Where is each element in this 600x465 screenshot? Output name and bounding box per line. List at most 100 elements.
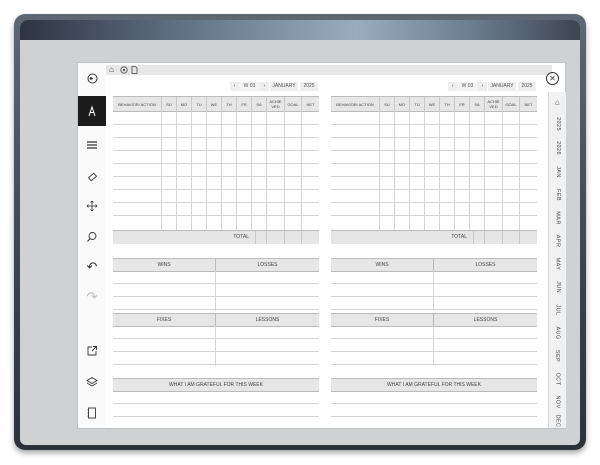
grateful-lines[interactable]: [113, 391, 319, 427]
share-icon[interactable]: [78, 339, 106, 363]
col-goal: GOAL: [502, 97, 519, 111]
next-week-arrow[interactable]: ›: [260, 82, 269, 91]
total-row: TOTAL: [331, 230, 537, 244]
move-icon[interactable]: [78, 194, 106, 218]
tab-label: 2026: [554, 141, 561, 155]
tracker-grid[interactable]: [113, 111, 319, 230]
col-sa: SA: [251, 97, 266, 111]
fixes-lessons-lines[interactable]: [113, 326, 319, 366]
month-label[interactable]: JANUARY: [270, 82, 298, 91]
losses-label: LOSSES: [475, 262, 496, 268]
pen-tool-icon[interactable]: [78, 96, 106, 126]
tab-label: NOV: [554, 395, 561, 409]
next-week-arrow[interactable]: ›: [478, 82, 487, 91]
settings-icon[interactable]: [120, 65, 128, 77]
col-mo: MO: [176, 97, 191, 111]
tracker-header: BEHAVIOR/ ACTION SU MO TU WE TH FR SA AC…: [113, 96, 319, 112]
tracker-header: BEHAVIOR/ ACTION SU MO TU WE TH FR SA AC…: [331, 96, 537, 112]
col-we: WE: [424, 97, 439, 111]
tab-label: MAY: [554, 257, 561, 271]
home-icon[interactable]: ⌂: [109, 65, 114, 75]
screen: ↶ ↷ ⌂ ✕ ‹ W 03 › JANUARY 2025 BEHAVIOR/ …: [78, 63, 566, 428]
year-month-tabs: ⌂ 2025 2026 JAN FEB MAR APR MAY JUN JUL …: [548, 92, 566, 428]
highlighter-icon[interactable]: [78, 133, 106, 157]
tab-apr[interactable]: APR: [549, 229, 566, 253]
week-label[interactable]: W 03: [239, 82, 260, 91]
col-we: WE: [206, 97, 221, 111]
tab-jun[interactable]: JUN: [549, 275, 566, 299]
col-fr: FR: [454, 97, 469, 111]
fixes-label: FIXES: [374, 317, 390, 323]
col-tu: TU: [409, 97, 424, 111]
tab-label: 2025: [554, 117, 561, 131]
col-su: SU: [379, 97, 394, 111]
tab-mar[interactable]: MAR: [549, 206, 566, 230]
lessons-label: LESSONS: [255, 317, 280, 323]
grateful-lines[interactable]: [331, 391, 537, 427]
tab-label: MAR: [554, 211, 561, 225]
page-overview-icon[interactable]: [78, 401, 106, 425]
month-label[interactable]: JANUARY: [488, 82, 516, 91]
prev-week-arrow[interactable]: ‹: [230, 82, 239, 91]
tab-label: APR: [554, 234, 561, 248]
tablet-top-bezel: [20, 20, 580, 42]
year-label[interactable]: 2025: [300, 82, 318, 91]
tab-jan[interactable]: JAN: [549, 160, 566, 184]
redo-icon[interactable]: ↷: [78, 285, 106, 309]
tab-aug[interactable]: AUG: [549, 321, 566, 345]
weekly-tracker-left: ‹ W 03 › JANUARY 2025 BEHAVIOR/ ACTION S…: [113, 82, 319, 428]
home-tab-icon: ⌂: [554, 97, 561, 107]
tab-label: DEC: [554, 414, 561, 427]
tab-sep[interactable]: SEP: [549, 344, 566, 368]
top-mini-toolbar: ⌂: [106, 65, 552, 75]
wins-label: WINS: [375, 262, 389, 268]
left-toolbar: ↶ ↷: [78, 63, 106, 428]
wins-label: WINS: [157, 262, 171, 268]
tab-jul[interactable]: JUL: [549, 298, 566, 322]
undo-icon[interactable]: ↶: [78, 255, 106, 279]
document-icon[interactable]: [131, 65, 138, 77]
grateful-label: WHAT I AM GRATEFUL FOR THIS WEEK: [387, 382, 481, 388]
year-label[interactable]: 2025: [518, 82, 536, 91]
eraser-icon[interactable]: [78, 164, 106, 188]
col-net: NET: [301, 97, 319, 111]
wins-losses-lines[interactable]: [113, 271, 319, 311]
tab-oct[interactable]: OCT: [549, 367, 566, 391]
tab-2025[interactable]: 2025: [549, 112, 566, 136]
tab-label: JAN: [554, 166, 561, 178]
tab-label: SEP: [554, 349, 561, 363]
prev-week-arrow[interactable]: ‹: [448, 82, 457, 91]
menu-icon[interactable]: [78, 66, 106, 90]
wins-losses-header: WINS LOSSES: [331, 258, 537, 272]
fixes-lessons-lines[interactable]: [331, 326, 537, 366]
tab-dec[interactable]: DEC: [549, 413, 566, 428]
grateful-header: WHAT I AM GRATEFUL FOR THIS WEEK: [113, 378, 319, 392]
tab-label: AUG: [554, 326, 561, 340]
close-button[interactable]: ✕: [546, 72, 559, 85]
tab-label: JUL: [554, 304, 561, 316]
tab-2026[interactable]: 2026: [549, 136, 566, 160]
layers-icon[interactable]: [78, 370, 106, 394]
zoom-icon[interactable]: [78, 225, 106, 249]
losses-label: LOSSES: [257, 262, 278, 268]
col-achieved: ACHIE VED: [484, 97, 502, 111]
tab-may[interactable]: MAY: [549, 252, 566, 276]
wins-losses-header: WINS LOSSES: [113, 258, 319, 272]
week-label[interactable]: W 03: [457, 82, 478, 91]
tab-feb[interactable]: FEB: [549, 183, 566, 207]
wins-losses-lines[interactable]: [331, 271, 537, 311]
col-behavior: BEHAVIOR/ ACTION: [336, 101, 374, 107]
total-row: TOTAL: [113, 230, 319, 244]
grateful-label: WHAT I AM GRATEFUL FOR THIS WEEK: [169, 382, 263, 388]
col-tu: TU: [191, 97, 206, 111]
tracker-grid[interactable]: [331, 111, 537, 230]
total-label: TOTAL: [233, 234, 249, 240]
total-label: TOTAL: [451, 234, 467, 240]
tab-label: FEB: [554, 189, 561, 201]
tab-home[interactable]: ⌂: [549, 92, 566, 112]
col-th: TH: [439, 97, 454, 111]
col-net: NET: [519, 97, 537, 111]
tab-nov[interactable]: NOV: [549, 390, 566, 414]
col-mo: MO: [394, 97, 409, 111]
col-sa: SA: [469, 97, 484, 111]
